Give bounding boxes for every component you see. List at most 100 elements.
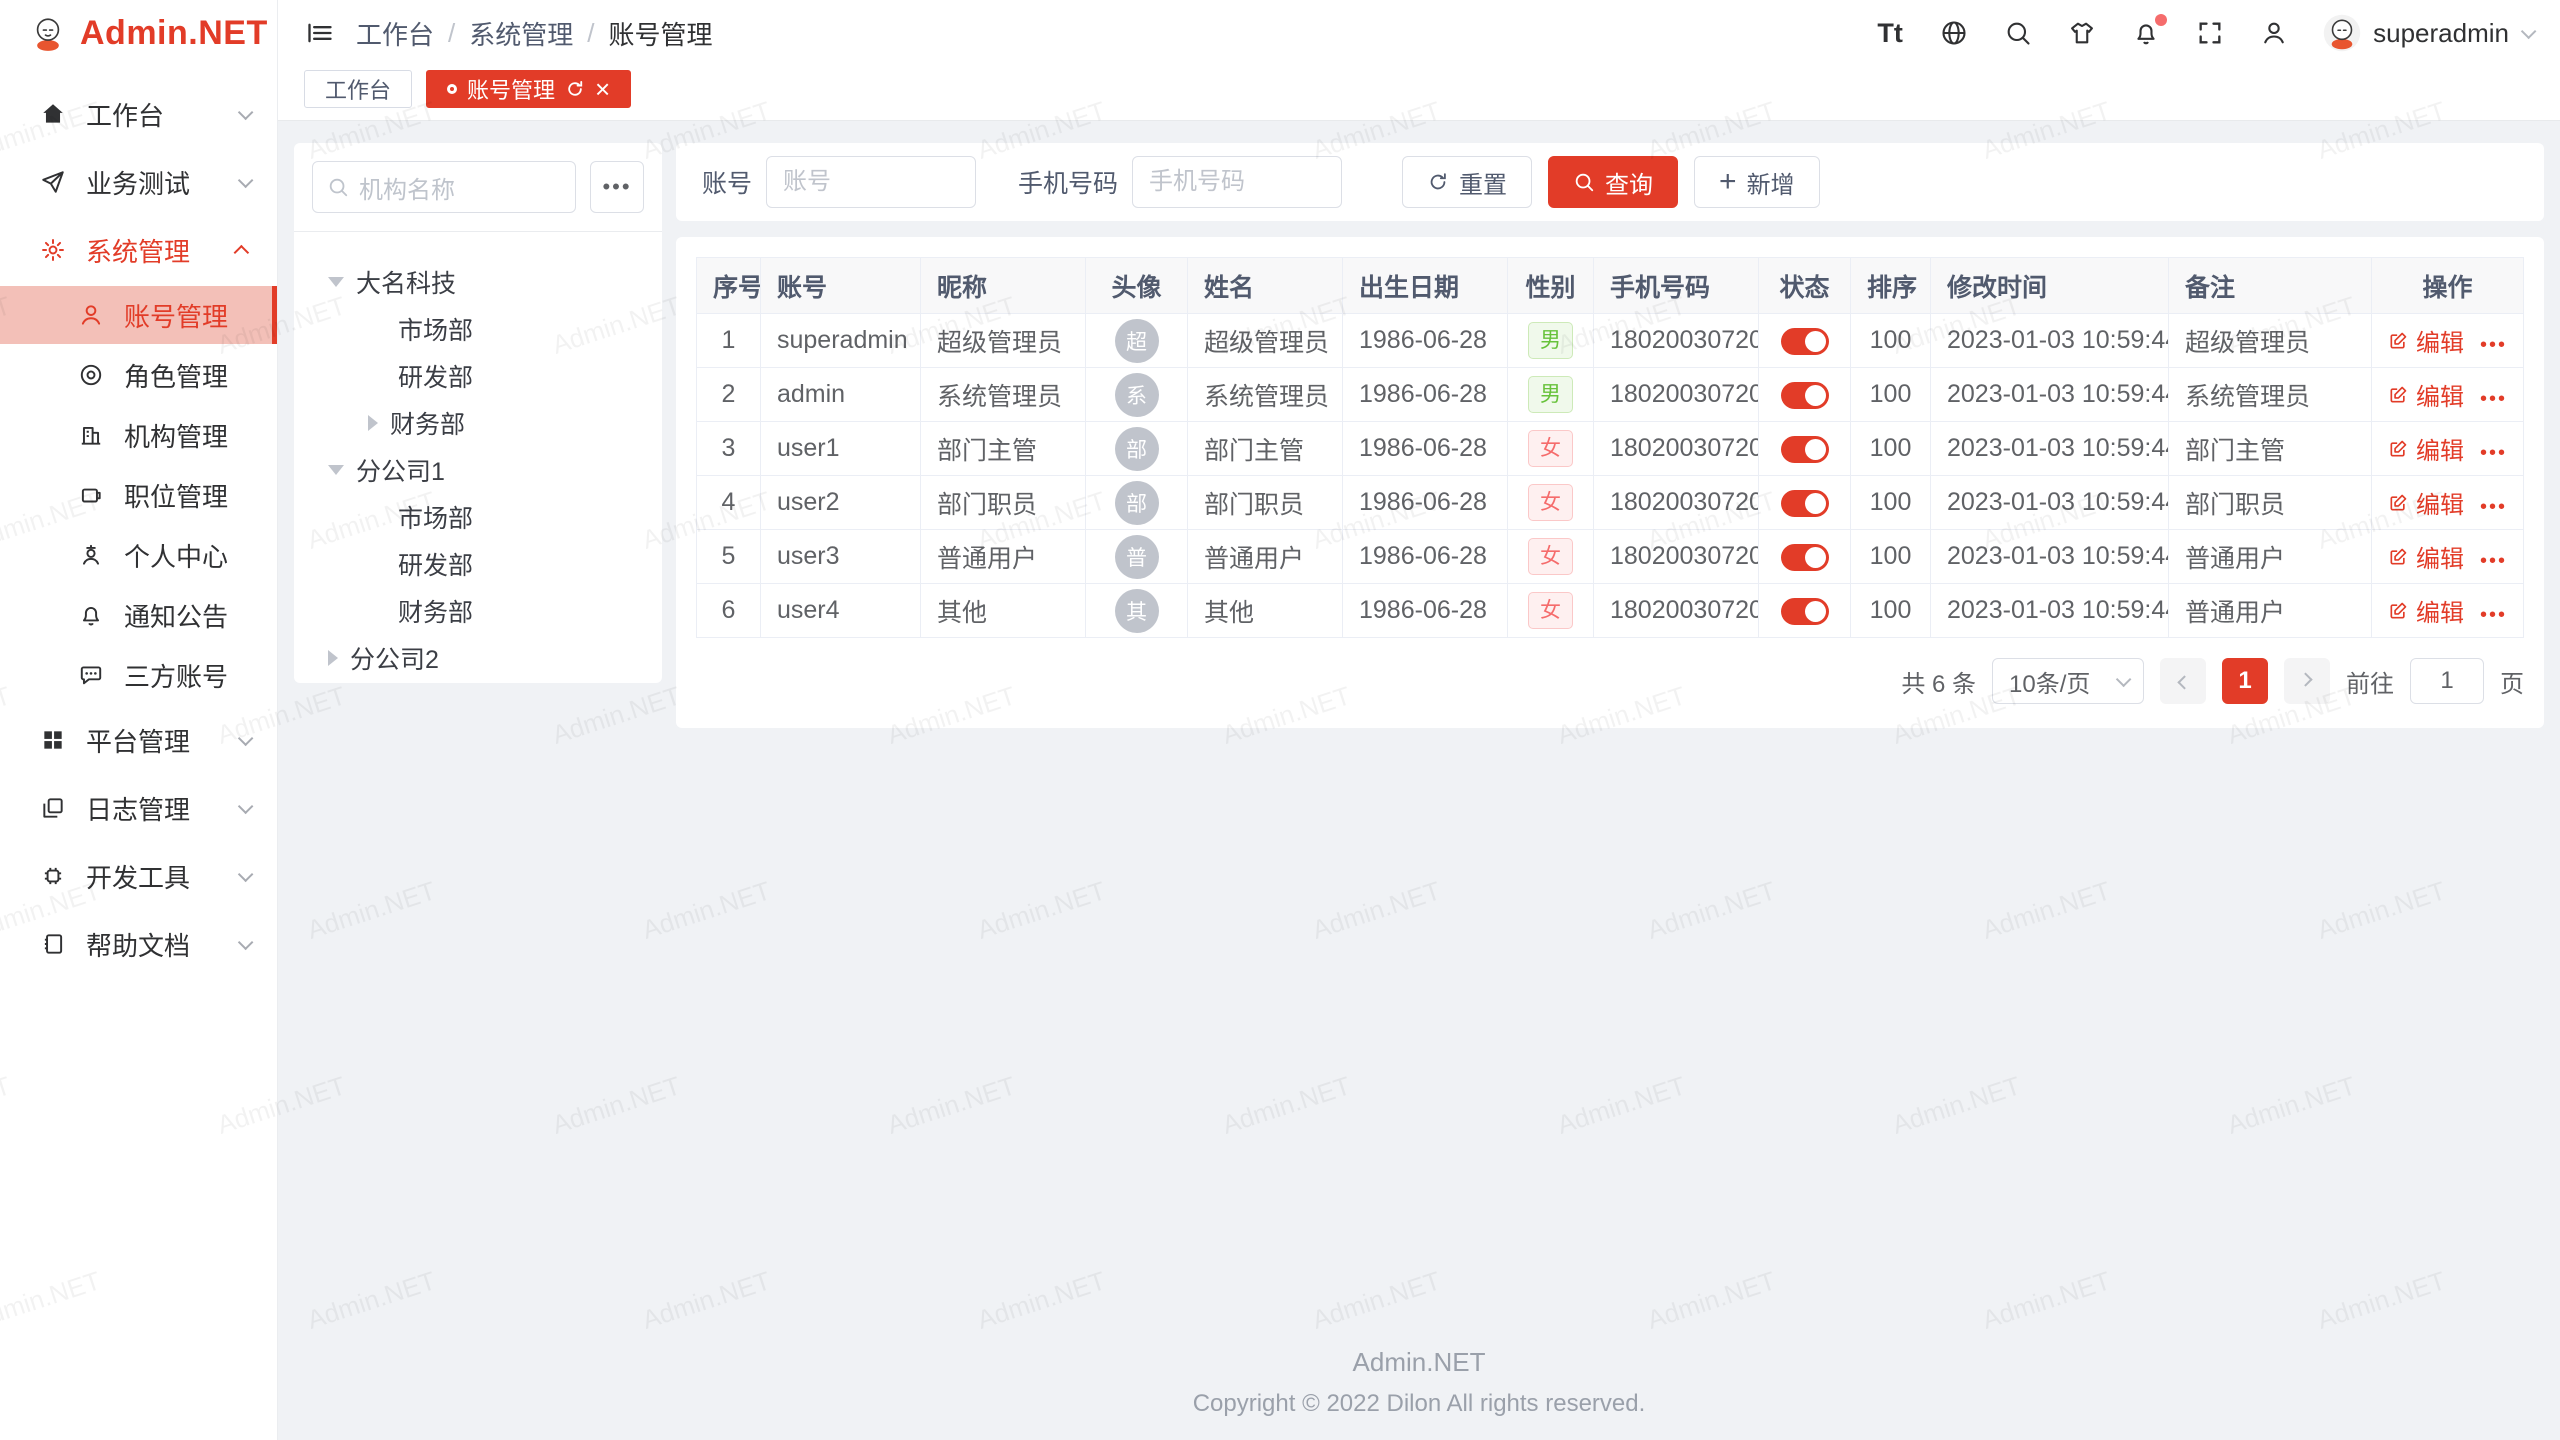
edit-button[interactable]: 编辑 [2388,485,2464,520]
filter-bar: 账号 手机号码 重置 查询 + 新 [676,143,2544,221]
tree-node[interactable]: 大名科技 [306,258,650,305]
sidebar-item-third-account[interactable]: 三方账号 [0,646,277,704]
chip-icon [40,863,66,889]
expand-icon[interactable] [328,465,344,475]
edit-button[interactable]: 编辑 [2388,593,2464,628]
gender-badge: 男 [1528,322,1573,359]
tree-node[interactable]: 市场部 [306,493,650,540]
edit-button[interactable]: 编辑 [2388,431,2464,466]
edit-button[interactable]: 编辑 [2388,323,2464,358]
close-icon[interactable]: × [595,76,610,102]
language-icon[interactable] [1939,19,1969,47]
row-more-button[interactable]: ••• [2480,442,2507,464]
notification-dot [2155,14,2167,26]
avatar: 部 [1115,427,1159,471]
header-actions: Tt supera [1875,14,2532,52]
row-more-button[interactable]: ••• [2480,334,2507,356]
status-toggle[interactable] [1781,436,1829,463]
avatar: 普 [1115,535,1159,579]
refresh-icon[interactable] [565,79,585,99]
search-button[interactable]: 查询 [1548,156,1678,208]
page-size-select[interactable]: 10条/页 [1992,658,2144,704]
sidebar-item-business-test[interactable]: 业务测试 [0,150,277,214]
reset-button[interactable]: 重置 [1402,156,1532,208]
sidebar-item-personal-center[interactable]: 个人中心 [0,526,277,584]
phone-filter-input[interactable] [1132,156,1342,208]
tab-workbench[interactable]: 工作台 [304,70,412,108]
status-toggle[interactable] [1781,544,1829,571]
gender-badge: 女 [1528,430,1573,467]
book-icon [40,931,66,957]
tree-node[interactable]: 研发部 [306,352,650,399]
chevron-down-icon [2521,23,2537,39]
sidebar-item-role-mgmt[interactable]: 角色管理 [0,346,277,404]
tree-node[interactable]: 市场部 [306,305,650,352]
tree-node[interactable]: 财务部 [306,587,650,634]
menu-fold-icon[interactable] [306,19,334,47]
tree-node[interactable]: 分公司1 [306,446,650,493]
goto-page-input[interactable] [2410,658,2484,704]
org-tree: 大名科技 市场部 研发部 财务部 分公司1 市场部 研发部 财务部 分公司2 [294,232,662,707]
gender-badge: 女 [1528,592,1573,629]
tab-account-mgmt[interactable]: 账号管理 × [426,70,631,108]
row-more-button[interactable]: ••• [2480,388,2507,410]
row-more-button[interactable]: ••• [2480,496,2507,518]
theme-shirt-icon[interactable] [2067,19,2097,47]
breadcrumb-item-current: 账号管理 [609,15,713,52]
notification-bell-icon[interactable] [2131,19,2161,47]
collapse-icon[interactable] [328,650,338,666]
sidebar-item-system-mgmt[interactable]: 系统管理 [0,218,277,282]
sidebar-item-position-mgmt[interactable]: 职位管理 [0,466,277,524]
tree-node[interactable]: 研发部 [306,540,650,587]
tree-more-button[interactable]: ••• [590,161,644,213]
page-number-button[interactable]: 1 [2222,658,2268,704]
table-header-row: 序号 账号 昵称 头像 姓名 出生日期 性别 手机号码 状态 排序 修改时间 [697,258,2524,314]
account-filter-label: 账号 [702,164,752,200]
gender-badge: 女 [1528,484,1573,521]
font-size-icon[interactable]: Tt [1875,18,1905,49]
next-page-button[interactable] [2284,658,2330,704]
search-icon[interactable] [2003,19,2033,47]
status-toggle[interactable] [1781,490,1829,517]
gear-icon [40,237,66,263]
table-row: 1 superadmin 超级管理员 超 超级管理员 1986-06-28 男 … [697,314,2524,368]
prev-page-button[interactable] [2160,658,2206,704]
row-more-button[interactable]: ••• [2480,550,2507,572]
table-row: 4 user2 部门职员 部 部门职员 1986-06-28 女 1802003… [697,476,2524,530]
row-more-button[interactable]: ••• [2480,604,2507,626]
breadcrumb-item[interactable]: 系统管理 [469,15,573,52]
org-tree-panel: 机构名称 ••• 大名科技 市场部 研发部 财务部 分公司1 市场部 研发部 财… [294,143,662,683]
sidebar-menu: 工作台 业务测试 系统管理 账号管理 角色管理 机构管理 [0,66,277,980]
breadcrumb-item[interactable]: 工作台 [356,15,434,52]
status-toggle[interactable] [1781,598,1829,625]
chevron-down-icon [238,798,254,814]
gender-badge: 男 [1528,376,1573,413]
sidebar-item-log-mgmt[interactable]: 日志管理 [0,776,277,840]
sidebar-item-org-mgmt[interactable]: 机构管理 [0,406,277,464]
sidebar-item-notice[interactable]: 通知公告 [0,586,277,644]
expand-icon[interactable] [328,277,344,287]
badge-icon [78,482,104,508]
fullscreen-icon[interactable] [2195,19,2225,47]
sidebar-item-dev-tools[interactable]: 开发工具 [0,844,277,908]
edit-button[interactable]: 编辑 [2388,377,2464,412]
status-toggle[interactable] [1781,382,1829,409]
edit-button[interactable]: 编辑 [2388,539,2464,574]
status-toggle[interactable] [1781,328,1829,355]
avatar: 其 [1115,589,1159,633]
org-search-box[interactable]: 机构名称 [312,161,576,213]
account-filter-input[interactable] [766,156,976,208]
app-logo[interactable]: Admin.NET [0,0,277,66]
sidebar-item-account-mgmt[interactable]: 账号管理 [0,286,277,344]
user-menu[interactable]: superadmin [2323,14,2532,52]
tree-node[interactable]: 分公司2 [306,634,650,681]
sidebar-item-platform-mgmt[interactable]: 平台管理 [0,708,277,772]
sidebar-item-workbench[interactable]: 工作台 [0,82,277,146]
avatar: 部 [1115,481,1159,525]
top-header: 工作台 / 系统管理 / 账号管理 Tt [278,0,2560,66]
tree-node[interactable]: 财务部 [306,399,650,446]
add-button[interactable]: + 新增 [1694,156,1820,208]
profile-icon[interactable] [2259,19,2289,47]
sidebar-item-help-docs[interactable]: 帮助文档 [0,912,277,976]
collapse-icon[interactable] [368,415,378,431]
